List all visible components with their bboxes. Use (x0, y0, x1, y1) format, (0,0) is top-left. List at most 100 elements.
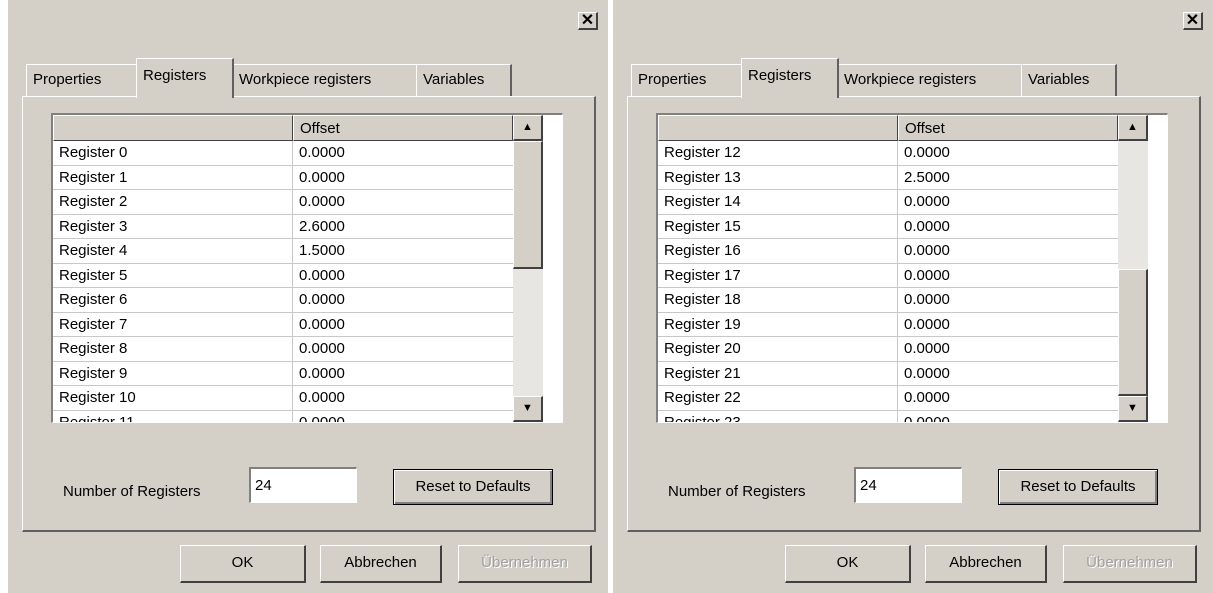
tab-properties[interactable]: Properties (631, 64, 743, 96)
register-offset-cell[interactable]: 0.0000 (898, 239, 1124, 263)
vertical-scrollbar[interactable]: ▲ ▼ (1118, 115, 1148, 422)
tab-workpiece-registers[interactable]: Workpiece registers (837, 64, 1023, 96)
register-offset-cell[interactable]: 0.0000 (898, 386, 1124, 410)
table-row[interactable]: Register 12 0.0000 (658, 141, 1118, 166)
close-button[interactable]: ✕ (578, 12, 598, 30)
register-name-cell[interactable]: Register 13 (658, 165, 898, 190)
register-name-cell[interactable]: Register 4 (53, 239, 293, 263)
register-offset-cell[interactable]: 0.0000 (293, 411, 519, 423)
register-name-cell[interactable]: Register 16 (658, 239, 898, 263)
register-name-cell[interactable]: Register 14 (658, 190, 898, 214)
column-header-offset[interactable]: Offset (898, 115, 1118, 141)
tab-registers[interactable]: Registers (136, 58, 234, 98)
table-row[interactable]: Register 15 0.0000 (658, 214, 1118, 239)
register-name-cell[interactable]: Register 21 (658, 361, 898, 386)
table-row[interactable]: Register 0 0.0000 (53, 141, 513, 166)
close-button[interactable]: ✕ (1183, 12, 1203, 30)
tab-variables[interactable]: Variables (416, 64, 512, 96)
table-row[interactable]: Register 20 0.0000 (658, 337, 1118, 362)
register-offset-cell[interactable]: 0.0000 (898, 362, 1124, 386)
ok-button[interactable]: OK (785, 545, 911, 583)
register-offset-cell[interactable]: 0.0000 (898, 190, 1124, 214)
register-name-cell[interactable]: Register 9 (53, 361, 293, 386)
register-offset-cell[interactable]: 0.0000 (898, 411, 1124, 423)
register-name-cell[interactable]: Register 19 (658, 312, 898, 337)
tab-properties[interactable]: Properties (26, 64, 138, 96)
register-offset-cell[interactable]: 0.0000 (898, 313, 1124, 337)
register-offset-cell[interactable]: 0.0000 (293, 386, 519, 410)
register-name-cell[interactable]: Register 8 (53, 337, 293, 361)
register-offset-cell[interactable]: 0.0000 (898, 215, 1124, 239)
register-offset-cell[interactable]: 0.0000 (898, 141, 1124, 165)
scroll-down-button[interactable]: ▼ (513, 396, 543, 422)
register-name-cell[interactable]: Register 0 (53, 141, 293, 165)
scroll-up-button[interactable]: ▲ (1118, 115, 1148, 141)
register-name-cell[interactable]: Register 12 (658, 141, 898, 165)
table-row[interactable]: Register 16 0.0000 (658, 239, 1118, 264)
table-row[interactable]: Register 1 0.0000 (53, 165, 513, 190)
register-offset-cell[interactable]: 0.0000 (293, 190, 519, 214)
table-row[interactable]: Register 6 0.0000 (53, 288, 513, 313)
register-name-cell[interactable]: Register 23 (658, 410, 898, 422)
table-row[interactable]: Register 13 2.5000 (658, 165, 1118, 190)
register-offset-cell[interactable]: 0.0000 (293, 288, 519, 312)
vertical-scrollbar[interactable]: ▲ ▼ (513, 115, 543, 422)
register-offset-cell[interactable]: 0.0000 (293, 264, 519, 288)
register-offset-cell[interactable]: 0.0000 (898, 337, 1124, 361)
register-name-cell[interactable]: Register 1 (53, 165, 293, 190)
table-row[interactable]: Register 3 2.6000 (53, 214, 513, 239)
register-offset-cell[interactable]: 0.0000 (293, 141, 519, 165)
column-header-name[interactable] (53, 115, 293, 141)
register-name-cell[interactable]: Register 22 (658, 386, 898, 410)
register-offset-cell[interactable]: 0.0000 (293, 337, 519, 361)
register-name-cell[interactable]: Register 7 (53, 312, 293, 337)
table-row[interactable]: Register 22 0.0000 (658, 386, 1118, 411)
register-offset-cell[interactable]: 2.5000 (898, 166, 1124, 190)
table-row[interactable]: Register 4 1.5000 (53, 239, 513, 264)
cancel-button[interactable]: Abbrechen (320, 545, 442, 583)
table-row[interactable]: Register 17 0.0000 (658, 263, 1118, 288)
tab-variables[interactable]: Variables (1021, 64, 1117, 96)
table-row[interactable]: Register 18 0.0000 (658, 288, 1118, 313)
table-row[interactable]: Register 23 0.0000 (658, 410, 1118, 422)
cancel-button[interactable]: Abbrechen (925, 545, 1047, 583)
table-row[interactable]: Register 21 0.0000 (658, 361, 1118, 386)
register-offset-cell[interactable]: 0.0000 (293, 166, 519, 190)
table-row[interactable]: Register 14 0.0000 (658, 190, 1118, 215)
table-row[interactable]: Register 8 0.0000 (53, 337, 513, 362)
register-offset-cell[interactable]: 2.6000 (293, 215, 519, 239)
register-name-cell[interactable]: Register 2 (53, 190, 293, 214)
register-name-cell[interactable]: Register 6 (53, 288, 293, 312)
register-offset-cell[interactable]: 0.0000 (293, 313, 519, 337)
register-name-cell[interactable]: Register 17 (658, 263, 898, 288)
register-name-cell[interactable]: Register 11 (53, 410, 293, 422)
reset-to-defaults-button[interactable]: Reset to Defaults (998, 469, 1158, 505)
table-row[interactable]: Register 5 0.0000 (53, 263, 513, 288)
register-name-cell[interactable]: Register 15 (658, 214, 898, 239)
register-offset-cell[interactable]: 1.5000 (293, 239, 519, 263)
column-header-offset[interactable]: Offset (293, 115, 513, 141)
scroll-up-button[interactable]: ▲ (513, 115, 543, 141)
table-row[interactable]: Register 7 0.0000 (53, 312, 513, 337)
number-of-registers-input[interactable] (854, 467, 962, 503)
table-row[interactable]: Register 11 0.0000 (53, 410, 513, 422)
table-row[interactable]: Register 10 0.0000 (53, 386, 513, 411)
scroll-down-button[interactable]: ▼ (1118, 396, 1148, 422)
register-name-cell[interactable]: Register 20 (658, 337, 898, 361)
number-of-registers-input[interactable] (249, 467, 357, 503)
register-name-cell[interactable]: Register 3 (53, 214, 293, 239)
table-row[interactable]: Register 2 0.0000 (53, 190, 513, 215)
scroll-thumb[interactable] (1118, 268, 1148, 396)
tab-registers[interactable]: Registers (741, 58, 839, 98)
register-name-cell[interactable]: Register 18 (658, 288, 898, 312)
table-row[interactable]: Register 9 0.0000 (53, 361, 513, 386)
table-row[interactable]: Register 19 0.0000 (658, 312, 1118, 337)
scroll-thumb[interactable] (513, 141, 543, 269)
ok-button[interactable]: OK (180, 545, 306, 583)
column-header-name[interactable] (658, 115, 898, 141)
reset-to-defaults-button[interactable]: Reset to Defaults (393, 469, 553, 505)
register-name-cell[interactable]: Register 5 (53, 263, 293, 288)
register-offset-cell[interactable]: 0.0000 (293, 362, 519, 386)
register-offset-cell[interactable]: 0.0000 (898, 288, 1124, 312)
register-name-cell[interactable]: Register 10 (53, 386, 293, 410)
